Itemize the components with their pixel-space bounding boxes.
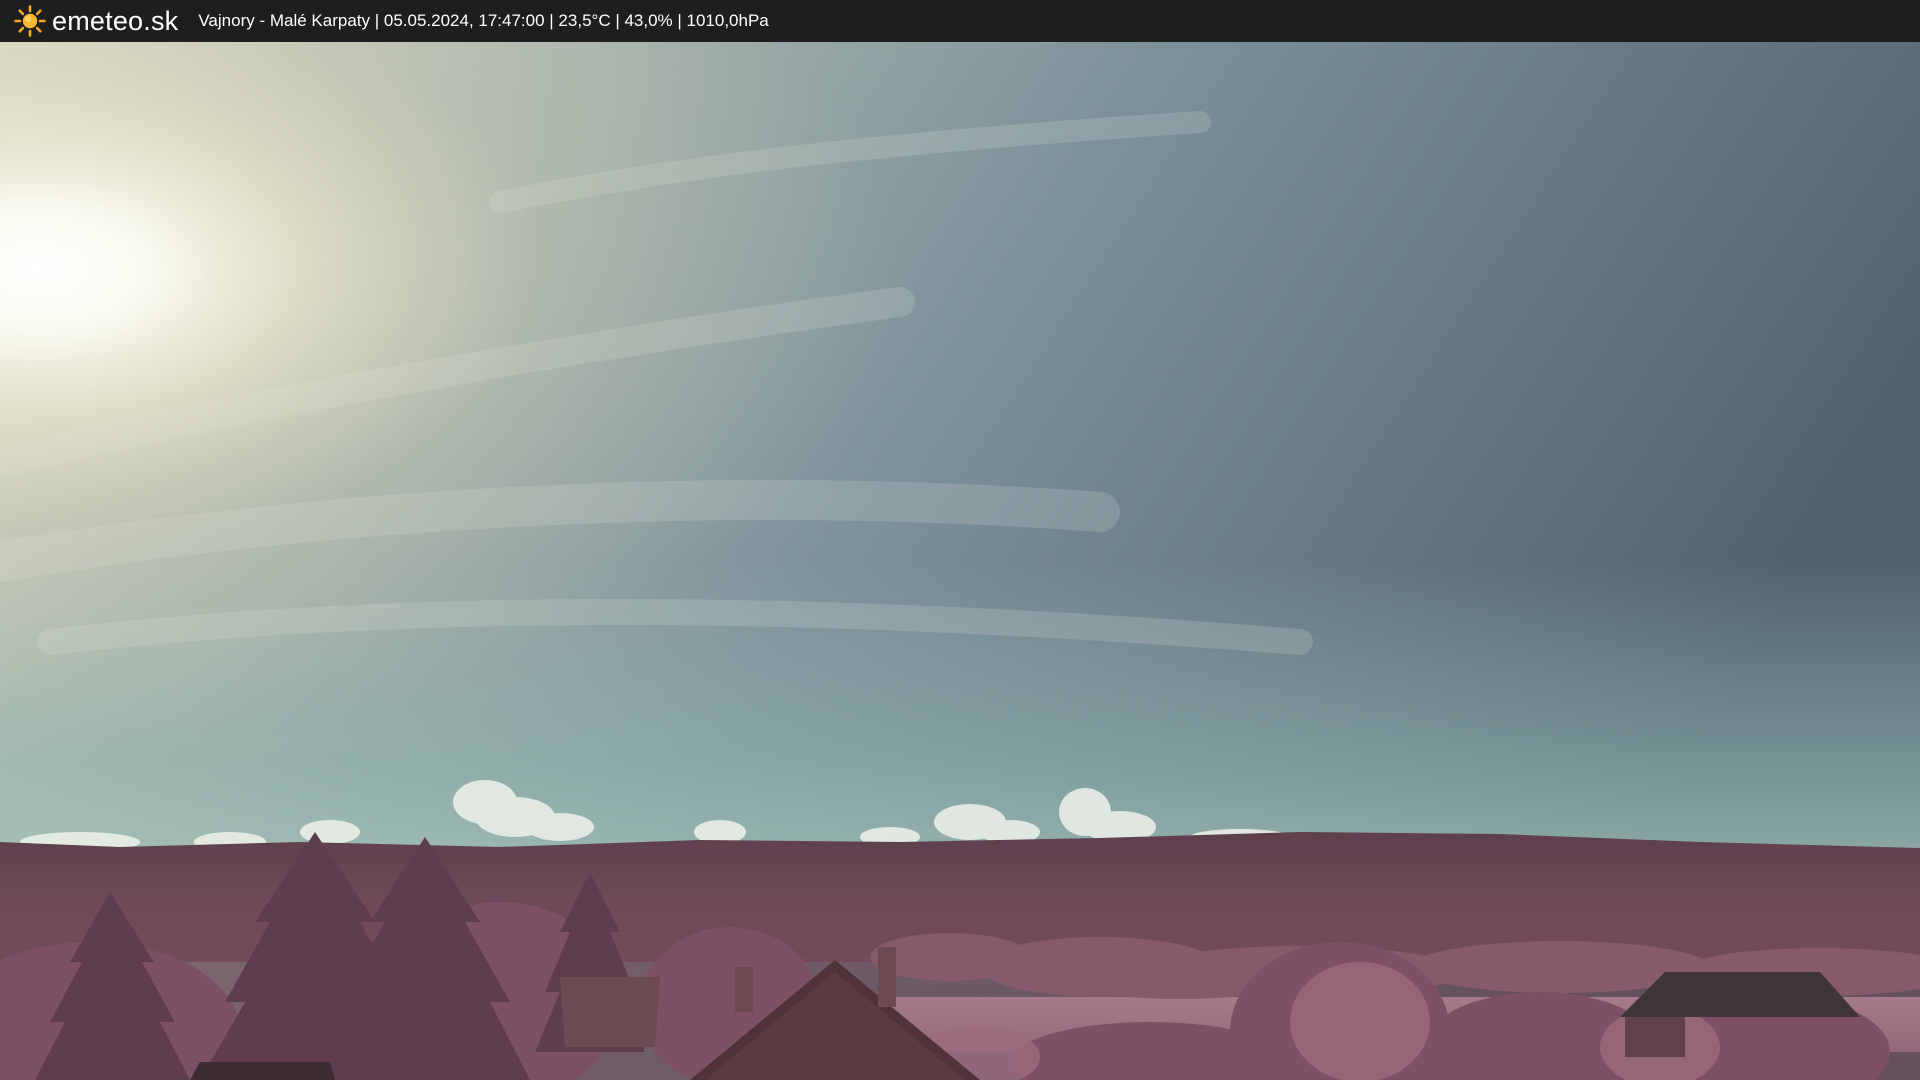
webcam-frame: emeteo.sk Vajnory - Malé Karpaty | 05.05…: [0, 0, 1920, 1080]
brand[interactable]: emeteo.sk: [14, 0, 178, 42]
station-caption: Vajnory - Malé Karpaty | 05.05.2024, 17:…: [198, 11, 769, 30]
brand-name: emeteo.sk: [52, 6, 179, 36]
sun-icon: [14, 5, 46, 37]
caption-bar: emeteo.sk Vajnory - Malé Karpaty | 05.05…: [0, 0, 1920, 42]
webcam-image: [0, 42, 1920, 1080]
